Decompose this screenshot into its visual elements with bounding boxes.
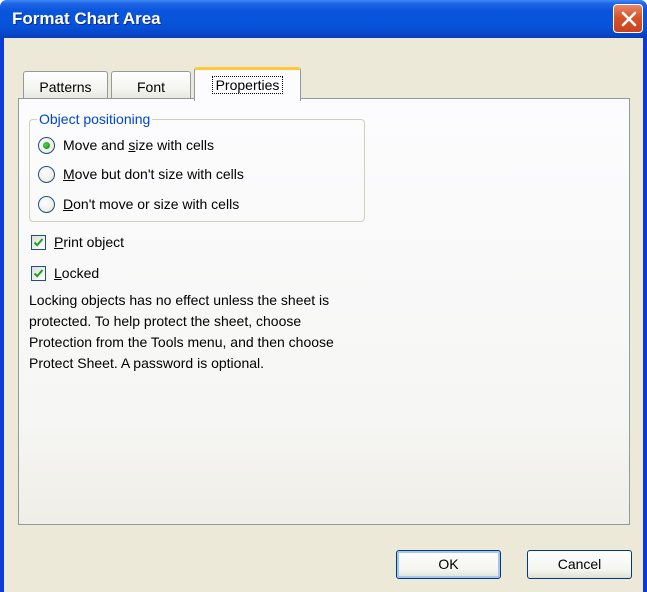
window-title: Format Chart Area: [12, 9, 161, 28]
print-object-checkbox-row[interactable]: Print object: [31, 232, 124, 252]
tab-properties[interactable]: Properties: [194, 67, 301, 101]
tab-properties-label: Properties: [211, 76, 284, 94]
radio-no-move-no-size[interactable]: Don't move or size with cells: [38, 194, 239, 214]
radio-label: Move and size with cells: [63, 137, 214, 153]
ok-button[interactable]: OK: [396, 550, 501, 579]
close-icon: [621, 11, 637, 27]
radio-label: Don't move or size with cells: [63, 196, 240, 212]
info-line: Protection from the Tools menu, and then…: [29, 334, 334, 350]
radio-move-no-size[interactable]: Move but don't size with cells: [38, 164, 244, 184]
tab-patterns-label: Patterns: [39, 79, 92, 95]
checkmark-icon: [33, 237, 44, 247]
radio-button-selected[interactable]: [38, 136, 55, 154]
locked-checkbox[interactable]: [31, 265, 46, 281]
info-line: Protect Sheet. A password is optional.: [29, 355, 265, 371]
cancel-button[interactable]: Cancel: [527, 550, 632, 579]
object-positioning-group: Object positioning Move and size with ce…: [29, 111, 365, 222]
locked-checkbox-row[interactable]: Locked: [31, 263, 99, 283]
dialog-client-area: Patterns Font Properties Object position…: [4, 38, 643, 592]
print-object-label: Print object: [54, 234, 125, 250]
info-line: protected. To help protect the sheet, ch…: [29, 313, 302, 329]
radio-label: Move but don't size with cells: [63, 166, 244, 182]
tab-font[interactable]: Font: [111, 71, 191, 101]
properties-panel: Object positioning Move and size with ce…: [18, 98, 630, 525]
locked-label: Locked: [54, 265, 100, 281]
radio-button[interactable]: [38, 195, 55, 213]
title-bar[interactable]: Format Chart Area: [0, 0, 647, 38]
close-button[interactable]: [613, 4, 643, 33]
radio-move-and-size[interactable]: Move and size with cells: [38, 135, 214, 155]
tab-patterns[interactable]: Patterns: [23, 71, 108, 101]
print-object-checkbox[interactable]: [31, 234, 46, 250]
tab-font-label: Font: [136, 79, 165, 95]
dialog-window: Format Chart Area Patterns Font Properti…: [0, 0, 647, 592]
checkmark-icon: [33, 268, 44, 278]
radio-button[interactable]: [38, 165, 55, 183]
object-positioning-legend: Object positioning: [37, 111, 153, 127]
locking-info-text: Locking objects has no effect unless the…: [29, 290, 429, 374]
info-line: Locking objects has no effect unless the…: [29, 292, 330, 308]
